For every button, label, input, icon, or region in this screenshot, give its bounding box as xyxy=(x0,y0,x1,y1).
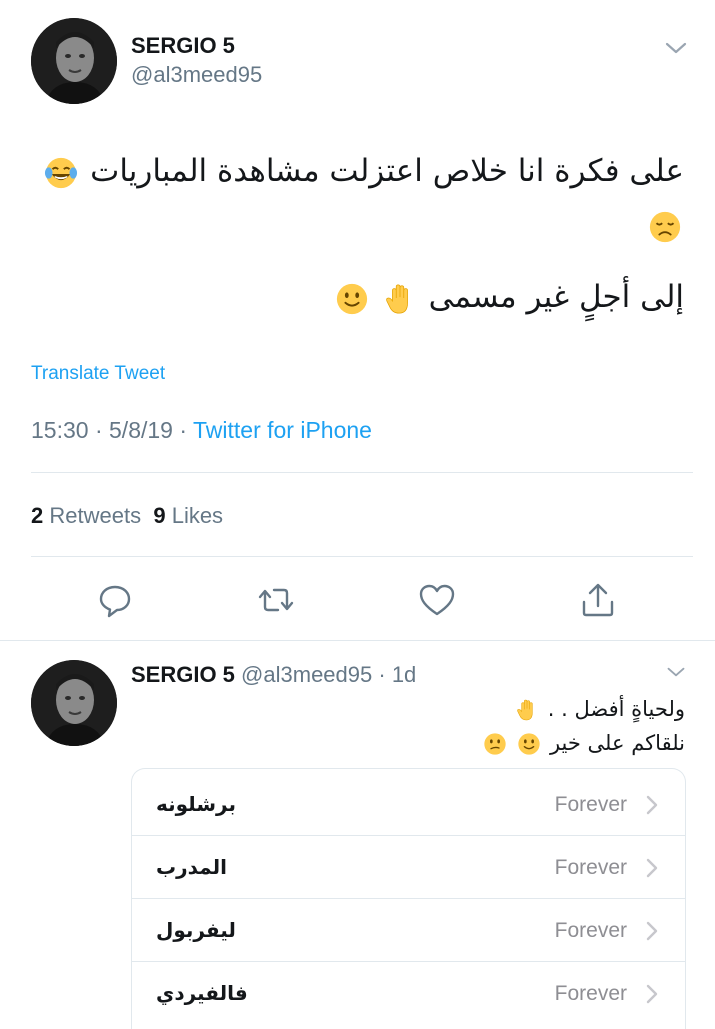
card-row-barcelona[interactable]: برشلونه Forever xyxy=(132,773,685,836)
confused-emoji xyxy=(483,732,507,756)
card-row-coach[interactable]: المدرب Forever xyxy=(132,836,685,899)
translate-tweet-link[interactable]: Translate Tweet xyxy=(31,363,165,385)
card-row-value: Forever xyxy=(554,982,627,1005)
card-row-label: برشلونه xyxy=(156,792,236,816)
reply-handle[interactable]: @al3meed95 xyxy=(241,662,372,687)
reply-avatar[interactable] xyxy=(31,660,117,746)
chevron-right-icon xyxy=(645,920,659,942)
reply-display-name[interactable]: SERGIO 5 xyxy=(131,662,235,687)
retweets-stat[interactable]: 2 Retweets xyxy=(31,503,141,528)
divider xyxy=(31,472,693,473)
reply-age: 1d xyxy=(391,662,417,687)
reply-icon[interactable] xyxy=(95,580,135,620)
avatar[interactable] xyxy=(31,18,117,104)
tweet-text-line-1b xyxy=(40,198,684,252)
tweet-text-line-1: على فكرة انا خلاص اعتزلت مشاهدة المباريا… xyxy=(40,144,684,198)
reply-text-line-1: ولحياةٍ أفضل . . xyxy=(131,692,685,726)
reply-text-line-2: نلقاكم على خير xyxy=(131,726,685,760)
chevron-right-icon xyxy=(645,983,659,1005)
card-row-liverpool[interactable]: ليفربول Forever xyxy=(132,899,685,962)
tweet-date: 5/8/19 xyxy=(109,417,173,443)
author-handle[interactable]: @al3meed95 xyxy=(131,62,262,88)
tweet-text: على فكرة انا خلاص اعتزلت مشاهدة المباريا… xyxy=(40,144,684,252)
slightly-smiling-emoji xyxy=(335,282,369,316)
tweet-text-line-2: إلى أجلٍ غير مسمى xyxy=(40,270,684,324)
reply-chevron-down-icon[interactable] xyxy=(666,662,686,682)
chevron-down-icon[interactable] xyxy=(664,36,688,60)
tweet-stats: 2 Retweets 9 Likes xyxy=(31,503,223,529)
tweet-time: 15:30 xyxy=(31,417,89,443)
raised-hand-emoji xyxy=(383,282,417,316)
tweet-metadata: 15:30 · 5/8/19 · Twitter for iPhone xyxy=(31,417,372,444)
likes-stat[interactable]: 9 Likes xyxy=(153,503,223,528)
meta-separator-2: · xyxy=(172,417,193,443)
card-row-label: فالفيردي xyxy=(156,981,248,1005)
slightly-smiling-emoji xyxy=(517,732,541,756)
raised-hand-emoji xyxy=(515,698,539,722)
chevron-right-icon xyxy=(645,794,659,816)
disappointed-emoji xyxy=(648,210,682,244)
reply-text: ولحياةٍ أفضل . . نلقاكم على خير xyxy=(131,692,685,760)
divider xyxy=(0,640,715,641)
reply-media-card[interactable]: برشلونه Forever المدرب Forever ليفربول F… xyxy=(131,768,686,1029)
reply-text-line-2-label: نلقاكم على خير xyxy=(549,731,685,755)
card-row-value: Forever xyxy=(554,793,627,816)
card-row-label: ليفربول xyxy=(156,918,236,942)
card-row-valverde[interactable]: فالفيردي Forever xyxy=(132,962,685,1025)
author-display-name[interactable]: SERGIO 5 xyxy=(131,33,235,59)
likes-count: 9 xyxy=(153,503,166,528)
divider xyxy=(31,556,693,557)
card-row-value: Forever xyxy=(554,856,627,879)
reply-header: SERGIO 5 @al3meed95 · 1d xyxy=(131,662,416,688)
share-icon[interactable] xyxy=(578,580,618,620)
like-icon[interactable] xyxy=(417,580,457,620)
card-row-value: Forever xyxy=(554,919,627,942)
chevron-right-icon xyxy=(645,857,659,879)
reply-text-line-1-label: ولحياةٍ أفضل . . xyxy=(547,697,685,721)
meta-separator-1: · xyxy=(88,417,110,443)
reply-separator: · xyxy=(372,662,392,687)
retweet-icon[interactable] xyxy=(256,580,296,620)
tweet-text-line-2-label: إلى أجلٍ غير مسمى xyxy=(428,279,684,315)
likes-label: Likes xyxy=(171,503,224,528)
joy-emoji xyxy=(44,156,78,190)
card-row-label: المدرب xyxy=(156,855,227,879)
retweets-label: Retweets xyxy=(49,503,142,528)
tweet-source-link[interactable]: Twitter for iPhone xyxy=(193,417,372,443)
retweets-count: 2 xyxy=(31,503,44,528)
tweet-text-line-1-label: على فكرة انا خلاص اعتزلت مشاهدة المباريا… xyxy=(90,153,684,189)
